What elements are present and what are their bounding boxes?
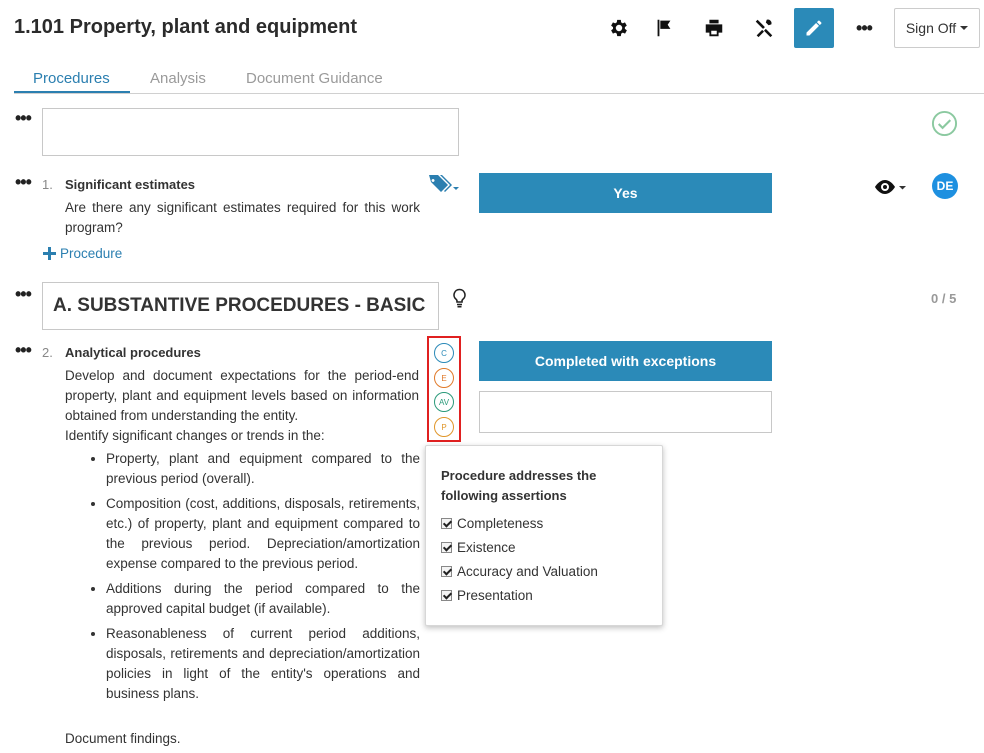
list-item: Property, plant and equipment compared t… bbox=[106, 449, 420, 489]
item-lead: Identify significant changes or trends i… bbox=[65, 428, 325, 443]
checkbox-label: Existence bbox=[457, 539, 516, 555]
list-item: Composition (cost, additions, disposals,… bbox=[106, 494, 420, 574]
checkbox-checked-icon[interactable] bbox=[441, 589, 452, 601]
comment-input[interactable] bbox=[479, 391, 772, 433]
row-menu-icon[interactable]: ••• bbox=[15, 109, 32, 127]
checkbox-checked-icon[interactable] bbox=[441, 517, 452, 529]
item-title: Significant estimates bbox=[65, 177, 196, 192]
list-item: Additions during the period compared to … bbox=[106, 579, 420, 619]
assertion-existence-row[interactable]: Existence bbox=[441, 535, 647, 559]
checkbox-checked-icon[interactable] bbox=[441, 565, 452, 577]
row-menu-icon[interactable]: ••• bbox=[15, 285, 32, 303]
list-item: Reasonableness of current period additio… bbox=[106, 624, 420, 704]
header-text-field[interactable] bbox=[42, 108, 459, 156]
assertion-presentation-row[interactable]: Presentation bbox=[441, 583, 647, 607]
item-title: Analytical procedures bbox=[65, 345, 201, 360]
checkbox-label: Presentation bbox=[457, 587, 533, 603]
assertion-p-badge[interactable]: P bbox=[434, 417, 454, 437]
assertion-accuracy-row[interactable]: Accuracy and Valuation bbox=[441, 559, 647, 583]
section-title: A. SUBSTANTIVE PROCEDURES - BASIC bbox=[53, 295, 426, 316]
lightbulb-icon[interactable] bbox=[452, 288, 467, 311]
checkbox-label: Completeness bbox=[457, 515, 544, 531]
add-procedure-link[interactable]: Procedure bbox=[43, 246, 122, 261]
item-question: Are there any significant estimates requ… bbox=[65, 200, 420, 235]
tab-document-guidance[interactable]: Document Guidance bbox=[246, 70, 383, 87]
item-number: 1. bbox=[42, 177, 53, 192]
tab-bar: Procedures Analysis Document Guidance bbox=[14, 60, 984, 94]
gear-icon[interactable] bbox=[603, 12, 635, 44]
chevron-down-icon bbox=[960, 26, 969, 30]
page-title: 1.101 Property, plant and equipment bbox=[14, 16, 358, 38]
flag-icon[interactable] bbox=[648, 12, 680, 44]
print-icon[interactable] bbox=[698, 12, 730, 44]
assertions-highlight: C E AV P bbox=[427, 336, 461, 442]
answer-completed-button[interactable]: Completed with exceptions bbox=[479, 341, 772, 381]
tag-icon[interactable] bbox=[428, 172, 462, 197]
tab-analysis[interactable]: Analysis bbox=[150, 70, 206, 87]
progress-counter: 0 / 5 bbox=[931, 291, 957, 306]
popup-title: Procedure addresses the following assert… bbox=[441, 468, 597, 503]
avatar[interactable]: DE bbox=[932, 173, 958, 199]
row-menu-icon[interactable]: ••• bbox=[15, 173, 32, 191]
assertion-completeness-row[interactable]: Completeness bbox=[441, 511, 647, 535]
plus-icon bbox=[43, 247, 56, 260]
checkbox-label: Accuracy and Valuation bbox=[457, 563, 598, 579]
assertion-av-badge[interactable]: AV bbox=[434, 392, 454, 412]
sign-off-button[interactable]: Sign Off bbox=[894, 8, 980, 48]
item-number: 2. bbox=[42, 345, 53, 360]
row-menu-icon[interactable]: ••• bbox=[15, 341, 32, 359]
item-footer: Document findings. bbox=[65, 731, 181, 746]
item-intro: Develop and document expectations for th… bbox=[65, 368, 419, 423]
active-tab-indicator bbox=[14, 91, 130, 93]
add-procedure-label: Procedure bbox=[60, 246, 123, 261]
tab-procedures[interactable]: Procedures bbox=[33, 70, 110, 87]
pencil-icon bbox=[806, 20, 822, 36]
tools-icon[interactable] bbox=[748, 12, 780, 44]
eye-icon[interactable] bbox=[872, 177, 908, 200]
more-icon[interactable]: ••• bbox=[848, 12, 880, 44]
answer-yes-button[interactable]: Yes bbox=[479, 173, 772, 213]
section-title-field[interactable]: A. SUBSTANTIVE PROCEDURES - BASIC bbox=[42, 282, 439, 330]
assertions-popup: Procedure addresses the following assert… bbox=[425, 445, 663, 626]
checkbox-checked-icon[interactable] bbox=[441, 541, 452, 553]
sign-off-label: Sign Off bbox=[905, 20, 957, 36]
assertion-e-badge[interactable]: E bbox=[434, 368, 454, 388]
assertion-c-badge[interactable]: C bbox=[434, 343, 454, 363]
bullet-list: Property, plant and equipment compared t… bbox=[86, 449, 420, 709]
check-circle-icon[interactable] bbox=[931, 110, 958, 140]
edit-button[interactable] bbox=[794, 8, 834, 48]
